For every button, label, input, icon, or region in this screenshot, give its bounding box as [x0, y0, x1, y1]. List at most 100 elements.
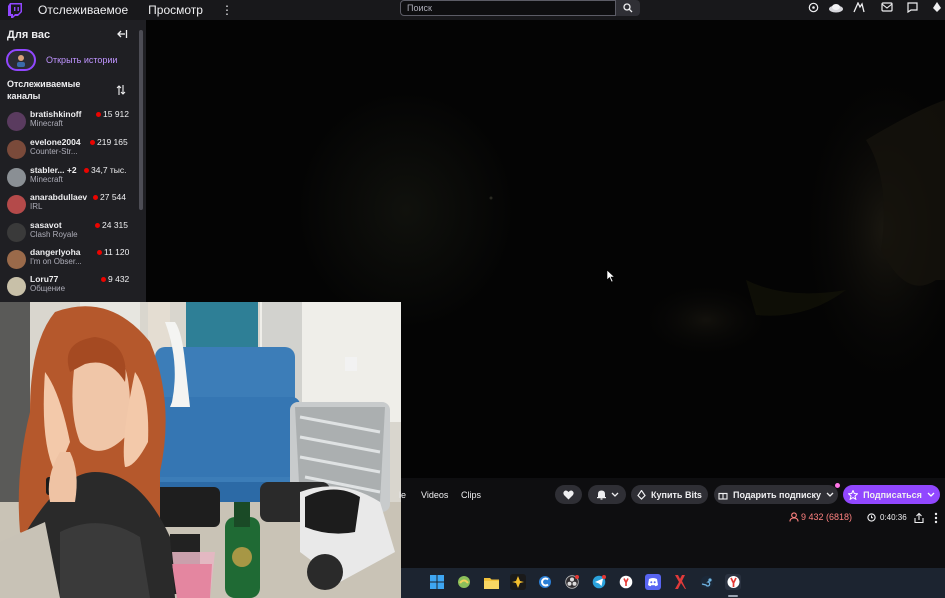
prime-gaming-icon[interactable] [851, 0, 867, 14]
channel-avatar [7, 112, 26, 131]
channel-name: anarabdullaev [30, 192, 88, 202]
channel-avatar [7, 168, 26, 187]
sidebar-title: Для вас [7, 29, 51, 41]
live-indicator-icon [96, 112, 101, 117]
sidebar-channel-item[interactable]: sasavot Clash Royale 24 315 [0, 218, 140, 244]
nav-more-icon[interactable]: ⋮ [221, 3, 233, 17]
channel-viewer-count: 27 544 [100, 192, 126, 202]
nav-browse-link[interactable]: Просмотр [148, 3, 203, 17]
app-icon-black[interactable] [510, 574, 526, 590]
subscribe-button[interactable]: Подписаться [843, 485, 940, 504]
channel-category: Minecraft [30, 119, 63, 128]
live-indicator-icon [93, 195, 98, 200]
inbox-icon[interactable] [879, 0, 895, 14]
heart-icon [563, 490, 574, 499]
channel-avatar [7, 223, 26, 242]
sidebar-channel-item[interactable]: anarabdullaev IRL 27 544 [0, 190, 140, 216]
sidebar-channel-item[interactable]: bratishkinoff Minecraft 15 912 [0, 107, 140, 133]
stories-avatar [6, 49, 36, 71]
sidebar-channel-item[interactable]: Loru77 Общение 9 432 [0, 272, 140, 298]
ccleaner-icon[interactable] [537, 574, 553, 590]
steam-icon[interactable] [699, 574, 715, 590]
viewers-icon [789, 512, 799, 522]
app-icon-red-black[interactable] [672, 574, 688, 590]
buy-bits-label: Купить Bits [651, 489, 702, 500]
follow-heart-button[interactable] [555, 485, 582, 504]
live-indicator-icon [84, 168, 89, 173]
tab-clips[interactable]: Clips [461, 490, 481, 500]
uptime-value: 0:40:36 [880, 513, 907, 522]
star-icon [848, 489, 859, 500]
sidebar: Для вас Открыть истории Отслеживаемые ка… [0, 20, 146, 302]
gift-icon [718, 492, 728, 500]
channel-avatar [7, 250, 26, 269]
avatar-icon [17, 55, 25, 67]
rewards-icon[interactable] [805, 0, 821, 14]
channel-category: Minecraft [30, 175, 63, 184]
followed-channels-title: Отслеживаемые каналы [7, 79, 81, 101]
channel-avatar [7, 140, 26, 159]
drops-icon[interactable] [826, 0, 846, 14]
channel-viewer-count: 219 165 [97, 137, 128, 147]
channel-category: Clash Royale [30, 230, 78, 239]
discord-icon[interactable] [645, 574, 661, 590]
chevron-down-icon [826, 492, 834, 497]
viewer-count: 9 432 (6818) [789, 512, 852, 522]
more-options-icon[interactable] [934, 511, 942, 524]
active-app-indicator [728, 595, 738, 597]
channel-category: IRL [30, 202, 43, 211]
collapse-sidebar-icon[interactable] [116, 27, 128, 39]
share-icon[interactable] [913, 511, 925, 524]
chevron-down-icon [927, 492, 935, 497]
bell-icon [596, 490, 606, 500]
tab-videos[interactable]: Videos [421, 490, 448, 500]
nav-following-link[interactable]: Отслеживаемое [38, 3, 128, 17]
mouse-cursor-icon [606, 269, 616, 283]
stream-uptime: 0:40:36 [867, 513, 907, 522]
viewer-count-value: 9 432 (6818) [801, 512, 853, 522]
subscribe-label: Подписаться [863, 489, 922, 500]
yandex-active-app-icon[interactable] [725, 574, 741, 590]
file-explorer-icon[interactable] [483, 574, 499, 590]
notifications-button[interactable] [588, 485, 626, 504]
channel-avatar [7, 277, 26, 296]
sidebar-channel-item[interactable]: stabler... +2 Minecraft 34,7 тыс. [0, 163, 140, 189]
channel-avatar [7, 195, 26, 214]
channel-name: dangerlyoha [30, 247, 81, 257]
search-button[interactable] [616, 0, 640, 16]
buy-bits-button[interactable]: Купить Bits [631, 485, 708, 504]
channel-info-bar: le Videos Clips Купить Bits Подарить под… [399, 478, 945, 568]
channel-viewer-count: 9 432 [108, 274, 130, 284]
twitch-logo-icon[interactable] [4, 0, 26, 20]
search-icon [623, 3, 633, 13]
sort-icon[interactable] [116, 83, 126, 95]
search-bar [400, 0, 640, 16]
bits-diamond-icon [637, 489, 646, 500]
tab-partial[interactable]: le [399, 490, 406, 500]
whispers-icon[interactable] [904, 0, 920, 14]
channel-viewer-count: 34,7 тыс. [91, 165, 127, 175]
channel-name: sasavot [30, 220, 62, 230]
obs-icon[interactable] [564, 574, 580, 590]
channel-viewer-count: 11 120 [104, 247, 130, 257]
sidebar-channel-item[interactable]: dangerlyoha I'm on Obser... 11 120 [0, 245, 140, 271]
search-input[interactable] [400, 0, 616, 16]
bits-icon[interactable] [929, 0, 945, 14]
top-navigation: Отслеживаемое Просмотр ⋮ [0, 0, 945, 20]
stories-button[interactable]: Открыть истории [6, 49, 117, 71]
channel-viewer-count: 24 315 [102, 220, 128, 230]
sidebar-scrollbar[interactable] [139, 30, 143, 210]
channel-name: bratishkinoff [30, 109, 82, 119]
webcam-frame [0, 302, 401, 598]
channel-name: Loru77 [30, 274, 59, 284]
widgets-icon[interactable] [456, 574, 472, 590]
yandex-browser-icon[interactable] [618, 574, 634, 590]
live-indicator-icon [90, 140, 95, 145]
sidebar-channel-item[interactable]: evelone2004 Counter-Str... 219 165 [0, 135, 140, 161]
windows-start-icon[interactable] [429, 574, 445, 590]
webcam-overlay [0, 302, 401, 598]
gift-sub-button[interactable]: Подарить подписку [714, 485, 838, 504]
live-indicator-icon [101, 277, 106, 282]
telegram-icon[interactable] [591, 574, 607, 590]
chevron-down-icon [611, 492, 618, 497]
